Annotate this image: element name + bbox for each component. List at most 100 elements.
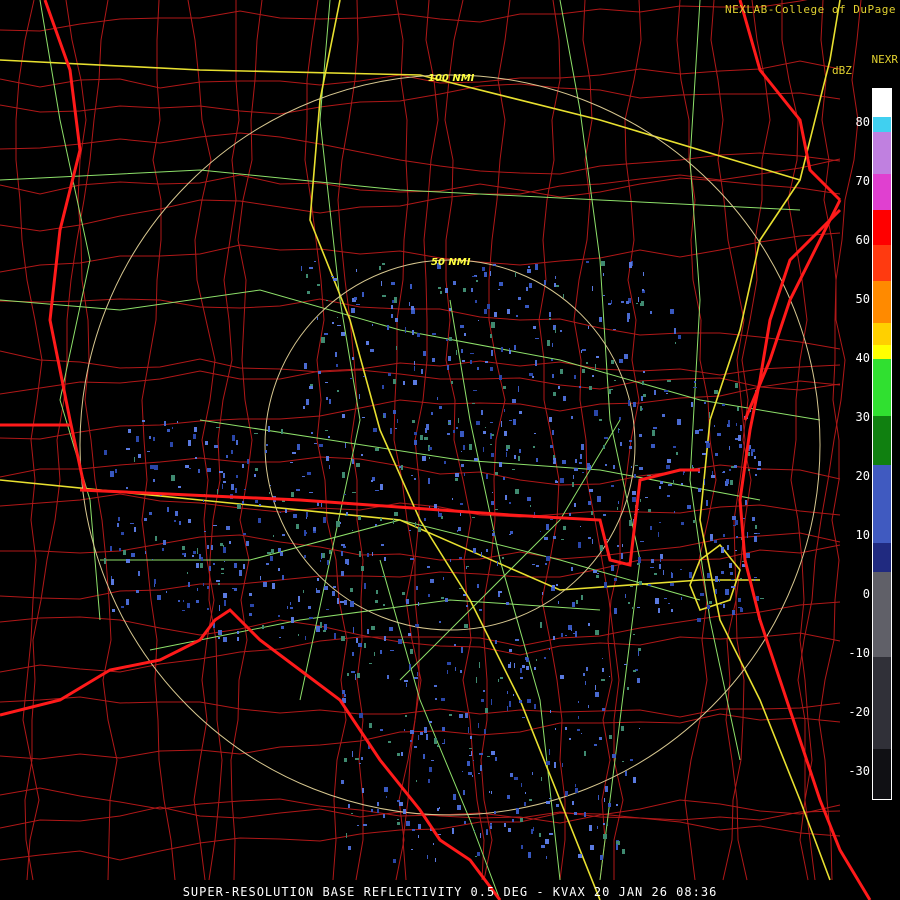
echo-speckle: [381, 544, 384, 546]
echo-speckle: [182, 553, 185, 555]
echo-speckle: [375, 448, 379, 451]
echo-speckle: [473, 548, 476, 553]
echo-speckle: [130, 523, 134, 524]
ring-label-100-nmi: 100 NMI: [428, 73, 475, 84]
echo-speckle: [659, 522, 661, 523]
echo-speckle: [640, 406, 642, 411]
echo-speckle: [353, 627, 354, 633]
echo-speckle: [562, 460, 566, 464]
echo-speckle: [387, 675, 389, 679]
echo-speckle: [356, 269, 357, 272]
echo-speckle: [304, 555, 306, 558]
echo-speckle: [534, 433, 536, 434]
echo-speckle: [727, 545, 729, 550]
echo-speckle: [714, 540, 717, 543]
echo-speckle: [553, 636, 555, 640]
echo-speckle: [591, 511, 593, 515]
echo-speckle: [478, 320, 479, 321]
echo-speckle: [498, 289, 500, 290]
echo-speckle: [691, 402, 693, 407]
echo-speckle: [417, 333, 420, 337]
echo-speckle: [461, 464, 464, 467]
echo-speckle: [309, 492, 313, 493]
echo-speckle: [694, 381, 696, 383]
echo-speckle: [495, 509, 498, 510]
echo-speckle: [204, 531, 206, 532]
echo-speckle: [329, 465, 330, 469]
echo-speckle: [235, 488, 237, 493]
echo-speckle: [526, 658, 529, 662]
echo-speckle: [292, 452, 296, 454]
echo-speckle: [751, 449, 755, 452]
echo-speckle: [361, 757, 363, 760]
echo-speckle: [732, 610, 735, 615]
echo-speckle: [177, 421, 178, 423]
echo-speckle: [175, 511, 178, 516]
echo-speckle: [243, 564, 245, 569]
echo-speckle: [163, 540, 166, 545]
echo-speckle: [637, 563, 640, 565]
echo-speckle: [495, 472, 498, 475]
echo-speckle: [491, 501, 494, 505]
echo-speckle: [401, 465, 403, 470]
scale-unit-label: dBZ: [832, 64, 852, 77]
echo-speckle: [747, 532, 748, 538]
echo-speckle: [358, 516, 361, 520]
echo-speckle: [599, 419, 602, 421]
echo-speckle: [383, 415, 384, 418]
echo-speckle: [592, 375, 594, 377]
echo-speckle: [350, 588, 353, 592]
echo-speckle: [336, 521, 340, 527]
echo-speckle: [268, 426, 270, 432]
echo-speckle: [611, 360, 614, 364]
echo-speckle: [704, 402, 706, 404]
echo-speckle: [278, 568, 280, 571]
echo-speckle: [209, 566, 211, 571]
echo-speckle: [486, 830, 488, 835]
echo-speckle: [631, 466, 632, 468]
echo-speckle: [395, 428, 397, 429]
echo-speckle: [575, 784, 576, 787]
echo-speckle: [115, 469, 117, 473]
echo-speckle: [556, 285, 559, 287]
echo-speckle: [172, 427, 173, 429]
echo-speckle: [706, 443, 710, 448]
ring-label-50-nmi: 50 NMI: [431, 257, 471, 268]
echo-speckle: [469, 755, 472, 756]
echo-speckle: [266, 444, 268, 446]
echo-speckle: [249, 613, 252, 616]
echo-speckle: [355, 674, 356, 680]
scale-segment: [873, 131, 891, 175]
echo-speckle: [574, 375, 576, 379]
echo-speckle: [269, 492, 270, 494]
echo-speckle: [411, 475, 413, 476]
echo-speckle: [393, 410, 396, 414]
echo-speckle: [574, 503, 576, 507]
echo-speckle: [229, 541, 231, 544]
echo-speckle: [532, 564, 535, 565]
echo-speckle: [617, 545, 619, 547]
echo-speckle: [278, 548, 281, 552]
echo-speckle: [658, 532, 659, 537]
echo-speckle: [466, 567, 467, 569]
echo-speckle: [746, 553, 750, 558]
echo-speckle: [731, 586, 735, 588]
echo-speckle: [386, 796, 387, 798]
echo-speckle: [412, 829, 415, 831]
echo-speckle: [221, 568, 224, 570]
echo-speckle: [391, 305, 393, 309]
echo-speckle: [198, 469, 200, 473]
echo-speckle: [144, 518, 147, 521]
echo-speckle: [291, 617, 294, 623]
echo-speckle: [316, 626, 320, 632]
echo-speckle: [546, 761, 550, 765]
echo-speckle: [389, 627, 393, 631]
echo-speckle: [491, 751, 495, 755]
echo-speckle: [693, 387, 697, 388]
echo-speckle: [367, 629, 369, 634]
echo-speckle: [309, 267, 313, 269]
echo-speckle: [525, 792, 526, 794]
echo-speckle: [647, 475, 651, 476]
echo-speckle: [337, 317, 338, 318]
echo-speckle: [575, 631, 577, 637]
